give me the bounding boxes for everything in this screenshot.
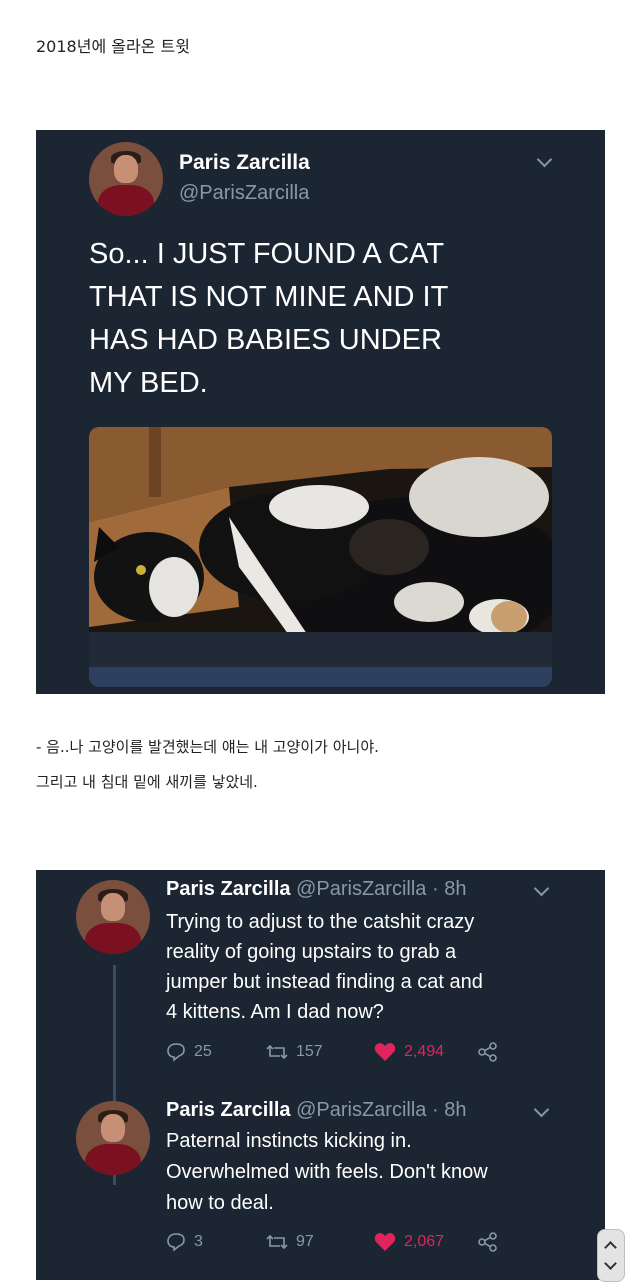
retweet-icon: [266, 1044, 288, 1060]
cat-photo-illustration: [89, 427, 552, 687]
tweet-text: So... I JUST FOUND A CAT THAT IS NOT MIN…: [89, 233, 448, 405]
chevron-down-icon[interactable]: [604, 1257, 617, 1270]
like-count: 2,494: [404, 1043, 445, 1060]
tweet-thread-card[interactable]: Paris Zarcilla @ParisZarcilla · 8h Tryin…: [36, 870, 605, 1280]
scroll-nav-button[interactable]: [597, 1229, 625, 1282]
tweet-line: HAS HAD BABIES UNDER: [89, 324, 442, 356]
share-button[interactable]: [478, 1042, 498, 1062]
chevron-down-icon[interactable]: [536, 151, 553, 168]
retweet-icon: [266, 1234, 288, 1250]
retweet-button[interactable]: 97: [266, 1232, 314, 1252]
tweet-line: Overwhelmed with feels. Don't know: [166, 1161, 488, 1183]
retweet-count: 97: [296, 1233, 314, 1250]
share-icon: [478, 1232, 497, 1252]
tweet-line: THAT IS NOT MINE AND IT: [89, 281, 449, 313]
like-button[interactable]: 2,067: [374, 1232, 444, 1252]
tweet-actions: 3 97 2,067: [166, 1232, 506, 1256]
author-handle[interactable]: @ParisZarcilla · 8h: [296, 1099, 466, 1121]
caption-line-1: - 음..나 고양이를 발견했는데 얘는 내 고양이가 아니야.: [36, 738, 379, 756]
like-count: 2,067: [404, 1233, 445, 1250]
thread-tweet-header[interactable]: Paris Zarcilla @ParisZarcilla · 8h: [166, 1099, 466, 1122]
tweet-text: Trying to adjust to the catshit crazy re…: [166, 907, 483, 1027]
avatar[interactable]: [76, 880, 150, 954]
chevron-up-icon[interactable]: [604, 1241, 617, 1254]
post-header: 2018년에 올라온 트윗: [36, 37, 190, 56]
tweet-line: how to deal.: [166, 1192, 274, 1214]
heart-icon: [374, 1043, 396, 1061]
retweet-count: 157: [296, 1043, 323, 1060]
retweet-button[interactable]: 157: [266, 1042, 323, 1062]
like-button[interactable]: 2,494: [374, 1042, 444, 1062]
caption-line-2: 그리고 내 침대 밑에 새끼를 낳았네.: [36, 773, 258, 791]
reply-count: 3: [194, 1233, 203, 1250]
share-button[interactable]: [478, 1232, 498, 1252]
thread-tweet-header[interactable]: Paris Zarcilla @ParisZarcilla · 8h: [166, 878, 466, 901]
chevron-down-icon[interactable]: [533, 1101, 550, 1118]
author-handle[interactable]: @ParisZarcilla · 8h: [296, 878, 466, 900]
author-name[interactable]: Paris Zarcilla: [166, 878, 291, 900]
tweet-line: Paternal instincts kicking in.: [166, 1130, 412, 1152]
reply-button[interactable]: 3: [166, 1232, 203, 1252]
tweet-line: So... I JUST FOUND A CAT: [89, 238, 445, 270]
chevron-down-icon[interactable]: [533, 880, 550, 897]
tweet-line: reality of going upstairs to grab a: [166, 941, 457, 963]
author-handle[interactable]: @ParisZarcilla: [179, 182, 309, 205]
share-icon: [478, 1042, 497, 1062]
tweet-line: jumper but instead finding a cat and: [166, 971, 483, 993]
reply-icon: [167, 1043, 185, 1062]
tweet-line: 4 kittens. Am I dad now?: [166, 1001, 384, 1023]
tweet-text: Paternal instincts kicking in. Overwhelm…: [166, 1126, 488, 1219]
avatar[interactable]: [76, 1101, 150, 1175]
tweet-actions: 25 157 2,494: [166, 1042, 506, 1066]
tweet-line: Trying to adjust to the catshit crazy: [166, 911, 475, 933]
avatar[interactable]: [89, 142, 163, 216]
author-name[interactable]: Paris Zarcilla: [166, 1099, 291, 1121]
heart-icon: [374, 1233, 396, 1251]
reply-count: 25: [194, 1043, 212, 1060]
author-name[interactable]: Paris Zarcilla: [179, 151, 310, 175]
tweet-photo[interactable]: [89, 427, 552, 687]
tweet-card-main[interactable]: Paris Zarcilla @ParisZarcilla So... I JU…: [36, 130, 605, 694]
reply-icon: [167, 1233, 185, 1252]
tweet-line: MY BED.: [89, 367, 208, 399]
reply-button[interactable]: 25: [166, 1042, 212, 1062]
